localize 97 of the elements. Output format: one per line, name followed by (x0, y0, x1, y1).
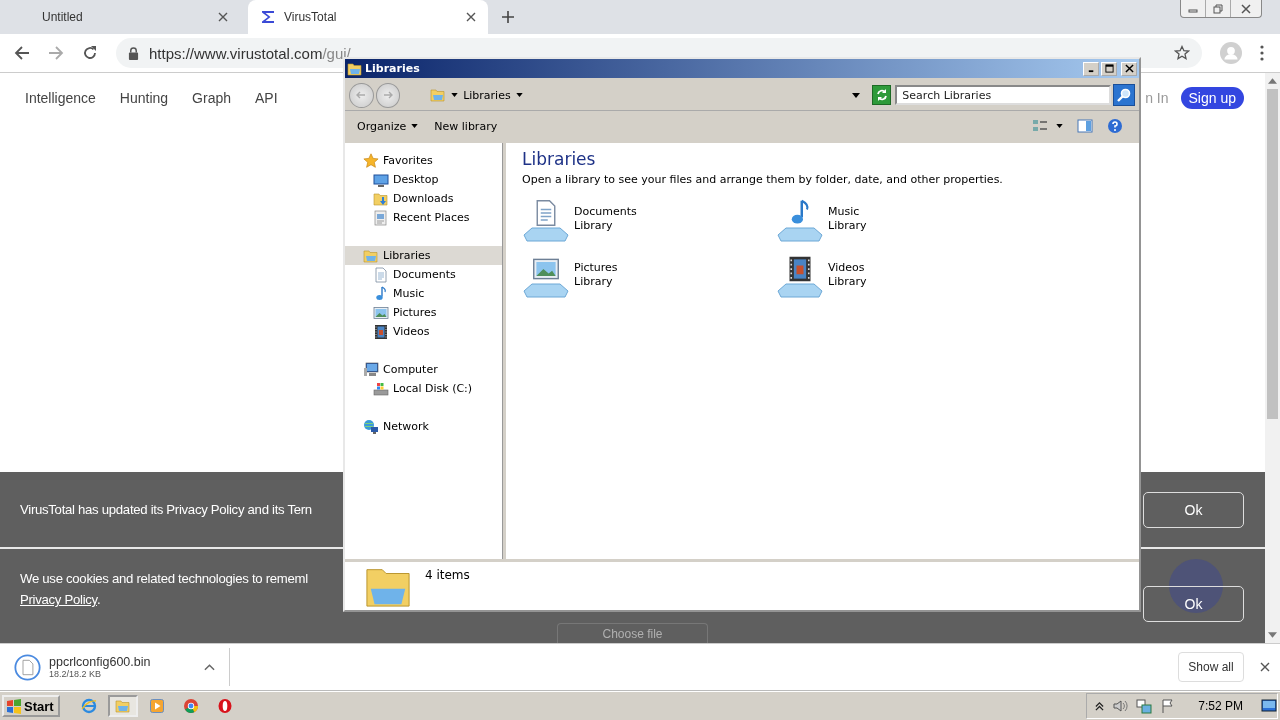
library-folder-icon (347, 60, 363, 77)
file-icon (14, 653, 41, 681)
browser-tab[interactable]: VirusTotal (248, 0, 488, 34)
library-item[interactable]: Pictures Library (522, 254, 776, 302)
nav-item[interactable]: Documents (345, 265, 502, 284)
library-item[interactable]: Videos Library (776, 254, 1030, 302)
nav-item[interactable]: Desktop (345, 170, 502, 189)
preview-pane-icon[interactable] (1077, 118, 1093, 134)
caret-icon[interactable] (1056, 124, 1063, 128)
e-globe-icon (80, 698, 97, 714)
speaker-icon[interactable] (1112, 698, 1129, 714)
cookie-notice: We use cookies and related technologies to rememl Privacy Policy. (20, 570, 308, 609)
close-icon (1241, 3, 1251, 14)
close-icon[interactable] (1260, 662, 1270, 672)
nav-link[interactable]: Intelligence (25, 90, 96, 106)
nav-link[interactable]: Graph (192, 90, 231, 106)
picture-icon (373, 304, 389, 321)
reload-icon[interactable] (82, 45, 98, 61)
document-icon (373, 266, 389, 283)
windows-flag-icon (6, 698, 22, 714)
nav-item[interactable]: Network (345, 417, 502, 436)
back-icon[interactable] (14, 45, 30, 61)
nav-item[interactable]: Favorites (345, 151, 502, 170)
network-status-icon[interactable] (1136, 698, 1153, 714)
description-text: Open a library to see your files and arrange them by folder, date, and other properties. (522, 173, 1004, 186)
browser-tab[interactable]: Untitled (0, 0, 240, 34)
caret-icon[interactable] (515, 93, 523, 97)
nav-item[interactable]: Recent Places (345, 208, 502, 227)
library-folder-icon (430, 87, 447, 103)
show-hidden-icon[interactable] (1095, 700, 1105, 712)
caret-icon (411, 124, 419, 128)
nav-link[interactable]: Hunting (119, 90, 169, 106)
chat-button[interactable] (1169, 559, 1223, 613)
sign-up-button[interactable]: Sign up (1180, 87, 1244, 109)
film-strip-icon (373, 323, 389, 340)
search-icon (1116, 87, 1133, 103)
close-button[interactable] (1121, 61, 1137, 76)
nav-item[interactable]: Music (345, 284, 502, 303)
nav-item[interactable]: Computer (345, 360, 502, 379)
help-icon[interactable] (1107, 118, 1123, 134)
caret-icon[interactable] (451, 93, 459, 97)
dropdown-caret-icon[interactable] (851, 92, 860, 98)
show-all-button[interactable]: Show all (1178, 652, 1244, 682)
scroll-up-icon[interactable] (1268, 78, 1277, 84)
close-icon[interactable] (218, 12, 228, 22)
lock-icon (128, 46, 139, 60)
maximize-icon (1104, 64, 1114, 73)
command-button[interactable]: New library (430, 117, 502, 135)
new-tab-icon[interactable] (502, 11, 514, 23)
library-item[interactable]: Music Library (776, 198, 1030, 246)
download-size: 18.2/18.2 KB (49, 669, 103, 679)
privacy-policy-link[interactable]: Privacy Policy (20, 592, 97, 607)
nav-item[interactable]: Pictures (345, 303, 502, 322)
ok-button[interactable]: Ok (1143, 491, 1244, 528)
clock[interactable]: 7:52 PM (1198, 699, 1243, 713)
privacy-update-text: VirusTotal has updated its Privacy Policy and its Tern (20, 501, 312, 519)
page-heading: Libraries (522, 149, 597, 169)
play-icon (148, 698, 165, 714)
title-bar: Libraries (345, 59, 1139, 78)
drive-icon (373, 380, 389, 397)
close-icon (1124, 64, 1134, 73)
library-folder-icon (363, 247, 379, 264)
nav-link[interactable]: API (255, 90, 278, 106)
ok-button[interactable]: Ok (1143, 586, 1244, 622)
oval-icon (216, 698, 233, 714)
library-item[interactable]: Documents Library (522, 198, 776, 246)
star-icon (363, 152, 379, 169)
folder-icon (114, 698, 131, 714)
back-arrow-icon (355, 89, 368, 101)
search-field[interactable]: Search Libraries (895, 85, 1112, 105)
search-button[interactable] (1113, 84, 1135, 106)
restore-icon (1213, 3, 1223, 14)
music-note-icon (373, 285, 389, 302)
item-count: 4 items (425, 568, 470, 582)
nav-item[interactable]: Local Disk (C:) (345, 379, 502, 398)
scroll-down-icon[interactable] (1268, 632, 1277, 638)
show-desktop-icon[interactable] (1261, 698, 1277, 714)
network-icon (363, 418, 379, 435)
bookmark-star-icon[interactable] (1174, 45, 1190, 61)
nav-item[interactable]: Videos (345, 322, 502, 341)
start-button[interactable]: Start (2, 695, 60, 717)
maximize-button[interactable] (1101, 61, 1117, 76)
close-icon[interactable] (466, 12, 476, 22)
nav-item[interactable]: Libraries (345, 246, 502, 265)
download-filename[interactable]: ppcrlconfig600.bin (49, 655, 196, 669)
round-browser-icon (182, 698, 199, 714)
menu-icon[interactable] (1260, 45, 1264, 61)
view-options-icon[interactable] (1032, 118, 1048, 134)
scrollbar[interactable] (1265, 73, 1280, 643)
recent-places-icon (373, 209, 389, 226)
nav-item[interactable]: Downloads (345, 189, 502, 208)
refresh-button[interactable] (871, 85, 892, 105)
forward-arrow-icon (381, 89, 394, 101)
computer-icon (363, 361, 379, 378)
sigma-icon (260, 9, 276, 25)
command-button[interactable]: Organize (353, 117, 423, 135)
download-folder-icon (373, 190, 389, 207)
